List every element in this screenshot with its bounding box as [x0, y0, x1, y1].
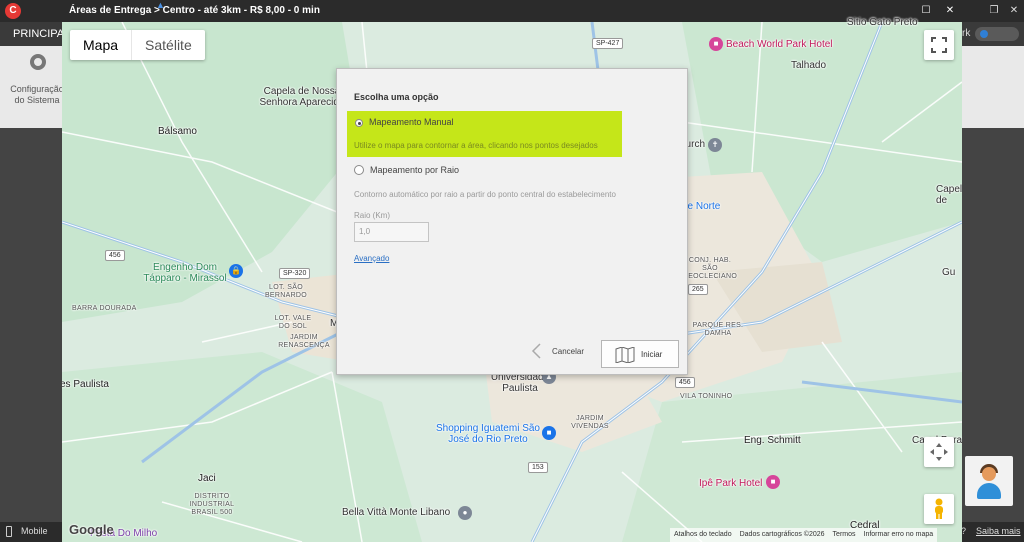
- map-label-balsamo: Bálsamo: [158, 126, 197, 137]
- cursor-icon: ▲: [156, 0, 165, 10]
- hotel-icon: ■: [709, 37, 723, 51]
- map-label-toninho: VILA TONINHO: [680, 393, 733, 400]
- mobile-icon: [6, 526, 12, 537]
- pan-arrows-icon: [930, 443, 948, 461]
- radius-field-label: Raio (Km): [354, 211, 391, 220]
- road-shield-sp427: SP-427: [592, 38, 624, 49]
- dialog-title: Escolha uma opção: [354, 92, 439, 102]
- start-button[interactable]: Iniciar: [601, 340, 679, 368]
- map-label-vale-do-sol: LOT. VALE DO SOL: [274, 315, 312, 330]
- road-shield-153: 153: [528, 462, 548, 473]
- toggle-label: rk: [962, 28, 971, 39]
- map-canvas[interactable]: Bálsamo Capela de Nossa Senhora Aparecid…: [62, 17, 962, 542]
- road-shield-sp320: SP-320: [279, 268, 311, 279]
- map-type-control: Mapa Satélite: [70, 30, 205, 60]
- map-label-barra: BARRA DOURADA: [72, 305, 137, 312]
- saiba-mais-link[interactable]: Saiba mais: [976, 526, 1021, 536]
- close-icon[interactable]: ✕: [938, 0, 962, 22]
- pegman-icon: [935, 498, 943, 519]
- map-label-damha: PARQUE RES. DAMHA: [692, 322, 744, 337]
- map-label-beach-hotel: Beach World Park Hotel: [726, 39, 833, 50]
- mapping-options-dialog: Escolha uma opção Mapeamento Manual Util…: [336, 68, 688, 375]
- map-label-hab: CONJ. HAB. SÃO DEOCLECIANO: [682, 257, 738, 280]
- map-label-capela2: Capela de: [936, 184, 962, 206]
- agent-avatar-icon: [982, 467, 996, 481]
- gear-icon[interactable]: [30, 54, 46, 70]
- map-label-engenho: Engenho Dom Tápparo - Mirassol: [143, 262, 227, 284]
- mobile-label[interactable]: Mobile: [21, 526, 48, 536]
- start-label: Iniciar: [641, 350, 663, 359]
- google-logo: Google: [69, 522, 114, 537]
- radius-input[interactable]: 1,0: [354, 222, 429, 242]
- shopping-icon: 🔒: [229, 264, 243, 278]
- window-title: Áreas de Entrega > Centro - até 3km - R$…: [69, 5, 320, 16]
- map-type-satellite-button[interactable]: Satélite: [132, 30, 205, 60]
- map-label-paulista: es Paulista: [62, 379, 109, 390]
- support-agent-button[interactable]: [965, 456, 1013, 506]
- map-label-sitio: Sitio Gato Preto: [847, 17, 918, 28]
- map-window-titlebar: Áreas de Entrega > Centro - até 3km - R$…: [62, 0, 962, 22]
- map-window-controls: ☐ ✕: [914, 0, 962, 22]
- option-radius-mapping[interactable]: Mapeamento por Raio: [354, 163, 554, 177]
- shopping-bag-icon: ■: [542, 426, 556, 440]
- map-label-bella: Bella Vittà Monte Libano: [342, 507, 451, 518]
- fullscreen-icon: [931, 37, 947, 53]
- report-error-link[interactable]: Informar erro no mapa: [860, 528, 938, 542]
- chevron-left-icon: [531, 343, 541, 359]
- fullscreen-button[interactable]: [924, 30, 954, 60]
- option-radius-description: Contorno automático por raio a partir do…: [354, 190, 616, 199]
- app-logo: C: [5, 3, 21, 19]
- street-view-button[interactable]: [924, 494, 954, 524]
- map-label-renascenca: JARDIM RENASCENÇA: [278, 334, 330, 349]
- church-icon: ✝: [708, 138, 722, 152]
- option-manual-label[interactable]: Mapeamento Manual: [369, 117, 454, 127]
- keyboard-shortcuts-link[interactable]: Atalhos do teclado: [670, 528, 736, 542]
- map-window: Áreas de Entrega > Centro - até 3km - R$…: [62, 0, 962, 542]
- map-label-shopping: Shopping Iguatemi São José do Rio Preto: [436, 423, 540, 445]
- terms-link[interactable]: Termos: [829, 528, 860, 542]
- map-label-vivendas: JARDIM VIVENDAS: [571, 415, 609, 430]
- map-label-gu: Gu: [942, 267, 956, 278]
- restore-icon[interactable]: ❐: [984, 0, 1004, 22]
- map-label-schmitt: Eng. Schmitt: [744, 435, 801, 446]
- option-manual-description: Utilize o mapa para contornar a área, cl…: [354, 141, 598, 150]
- option-radius-label[interactable]: Mapeamento por Raio: [370, 165, 459, 175]
- map-label-talhado: Talhado: [791, 60, 827, 71]
- radio-radius-mapping[interactable]: [354, 165, 364, 175]
- map-label-jaci: Jaci: [198, 473, 216, 484]
- place-icon: ●: [458, 506, 472, 520]
- map-fold-icon: [615, 347, 635, 363]
- radio-manual-mapping[interactable]: [355, 119, 363, 127]
- option-manual-mapping[interactable]: Mapeamento Manual Utilize o mapa para co…: [347, 111, 622, 157]
- map-label-sao-bernardo: LOT. SÃO BERNARDO: [264, 284, 308, 299]
- cancel-label: Cancelar: [552, 347, 585, 356]
- mode-toggle[interactable]: [975, 27, 1019, 41]
- road-shield-456-west: 456: [105, 250, 125, 261]
- advanced-link[interactable]: Avançado: [354, 254, 389, 263]
- hotel-icon: ■: [766, 475, 780, 489]
- map-label-ipe: Ipê Park Hotel: [699, 478, 763, 489]
- pan-control-button[interactable]: [924, 437, 954, 467]
- map-footer: Atalhos do teclado Dados cartográficos ©…: [670, 528, 938, 542]
- road-shield-456-east: 456: [675, 377, 695, 388]
- config-system-label[interactable]: Configuração do Sistema: [6, 84, 68, 106]
- close-icon[interactable]: ✕: [1004, 0, 1024, 22]
- road-shield-265: 265: [688, 284, 708, 295]
- map-label-capela: Capela de Nossa Senhora Aparecida: [259, 86, 345, 108]
- main-window-controls: ❐ ✕: [984, 0, 1024, 22]
- map-data-label: Dados cartográficos ©2026: [739, 531, 825, 538]
- map-label-distrito: DISTRITO INDUSTRIAL BRASIL 500: [189, 493, 235, 516]
- agent-body: [977, 483, 1001, 499]
- map-type-map-button[interactable]: Mapa: [70, 30, 133, 60]
